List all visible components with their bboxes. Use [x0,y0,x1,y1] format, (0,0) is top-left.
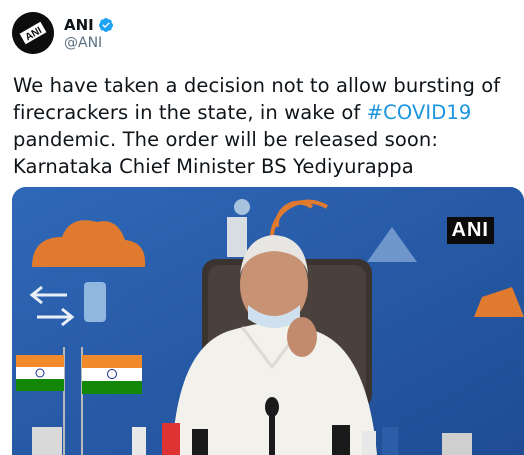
tweet-text: We have taken a decision not to allow bu… [13,72,513,180]
display-name[interactable]: ANI [64,16,94,34]
avatar[interactable]: ANI [12,12,54,54]
ani-logo-icon: ANI [12,12,54,54]
tweet-text-part-2: pandemic. The order will be released soo… [13,128,439,178]
tweet-media-image[interactable]: ANI [12,187,524,455]
tweet-header: ANI ANI @ANI [12,10,114,56]
handle[interactable]: @ANI [64,35,114,51]
verified-badge-icon [98,17,113,32]
ani-watermark: ANI [446,217,494,244]
hashtag-link[interactable]: #COVID19 [367,101,472,124]
